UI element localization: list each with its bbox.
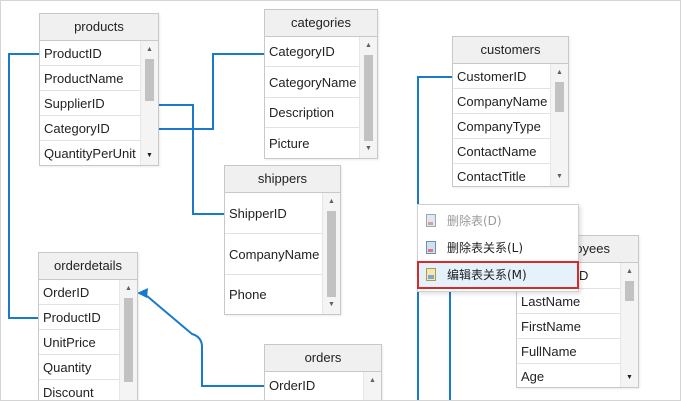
field-row[interactable]: UnitPrice bbox=[39, 330, 119, 355]
field-row[interactable]: CompanyType bbox=[453, 114, 550, 139]
menu-item-delete-relation[interactable]: 删除表关系(L) bbox=[418, 235, 578, 261]
field-row[interactable]: ContactTitle bbox=[453, 164, 550, 186]
triangle-down-icon[interactable]: ▼ bbox=[141, 149, 158, 163]
table-categories[interactable]: categories CategoryID CategoryName Descr… bbox=[264, 9, 378, 159]
field-row[interactable]: LastName bbox=[517, 289, 620, 314]
scrollbar[interactable]: ▲ bbox=[119, 280, 137, 400]
field-row[interactable]: ProductID bbox=[40, 41, 140, 66]
triangle-up-icon[interactable]: ▲ bbox=[323, 195, 340, 209]
context-menu: 删除表(D) 删除表关系(L) 编辑表关系(M) bbox=[417, 204, 579, 292]
scroll-thumb[interactable] bbox=[124, 298, 133, 382]
field-row[interactable]: FirstName bbox=[517, 314, 620, 339]
field-row[interactable]: FullName bbox=[517, 339, 620, 364]
triangle-up-icon[interactable]: ▲ bbox=[364, 374, 381, 388]
field-row[interactable]: CompanyName bbox=[453, 89, 550, 114]
triangle-up-icon[interactable]: ▲ bbox=[360, 39, 377, 53]
relation-products-categories bbox=[159, 53, 266, 130]
menu-item-label: 删除表(D) bbox=[447, 214, 502, 228]
field-row[interactable]: ShipperID bbox=[225, 193, 322, 234]
field-row[interactable]: OrderID bbox=[39, 280, 119, 305]
table-icon bbox=[426, 214, 436, 227]
table-orders[interactable]: orders OrderID ▲ bbox=[264, 344, 382, 400]
field-row[interactable]: Description bbox=[265, 98, 359, 128]
menu-item-label: 编辑表关系(M) bbox=[447, 268, 527, 282]
field-row[interactable]: CategoryID bbox=[40, 116, 140, 141]
table-header: orders bbox=[265, 345, 381, 372]
table-products[interactable]: products ProductID ProductName SupplierI… bbox=[39, 13, 159, 166]
relation-products-shippers bbox=[159, 104, 225, 215]
scrollbar[interactable]: ▲ ▼ bbox=[550, 64, 568, 186]
menu-item-delete-table[interactable]: 删除表(D) bbox=[418, 208, 578, 234]
field-row[interactable]: Quantity bbox=[39, 355, 119, 380]
arrow-head bbox=[137, 288, 148, 298]
field-row[interactable]: Phone bbox=[225, 275, 322, 314]
field-row[interactable]: Discount bbox=[39, 380, 119, 400]
menu-item-edit-relation[interactable]: 编辑表关系(M) bbox=[417, 261, 579, 289]
table-header: customers bbox=[453, 37, 568, 64]
scrollbar[interactable]: ▲ ▼ bbox=[140, 41, 158, 165]
table-icon bbox=[426, 241, 436, 254]
field-row[interactable]: CategoryID bbox=[265, 37, 359, 67]
field-row[interactable]: ProductID bbox=[39, 305, 119, 330]
table-customers[interactable]: customers CustomerID CompanyName Company… bbox=[452, 36, 569, 187]
scroll-thumb[interactable] bbox=[625, 281, 634, 301]
scroll-thumb[interactable] bbox=[364, 55, 373, 141]
field-row[interactable]: OrderID bbox=[265, 372, 363, 400]
table-header: orderdetails bbox=[39, 253, 137, 280]
triangle-down-icon[interactable]: ▼ bbox=[621, 371, 638, 385]
table-header: shippers bbox=[225, 166, 340, 193]
scroll-thumb[interactable] bbox=[555, 82, 564, 112]
scrollbar[interactable]: ▲ ▼ bbox=[322, 193, 340, 314]
table-orderdetails[interactable]: orderdetails OrderID ProductID UnitPrice… bbox=[38, 252, 138, 400]
scrollbar[interactable]: ▲ bbox=[363, 372, 381, 400]
field-row[interactable]: CompanyName bbox=[225, 234, 322, 275]
triangle-down-icon[interactable]: ▼ bbox=[360, 142, 377, 156]
menu-item-label: 删除表关系(L) bbox=[447, 241, 524, 255]
table-header: products bbox=[40, 14, 158, 41]
scrollbar[interactable]: ▲ ▼ bbox=[620, 263, 638, 387]
field-row[interactable]: CategoryName bbox=[265, 67, 359, 98]
field-row[interactable]: CustomerID bbox=[453, 64, 550, 89]
field-row[interactable]: QuantityPerUnit bbox=[40, 141, 140, 165]
field-row[interactable]: ContactName bbox=[453, 139, 550, 164]
field-row[interactable]: Picture bbox=[265, 128, 359, 158]
field-row[interactable]: ProductName bbox=[40, 66, 140, 91]
field-row[interactable]: Age bbox=[517, 364, 620, 387]
triangle-up-icon[interactable]: ▲ bbox=[621, 265, 638, 279]
relation-products-orderdetails bbox=[8, 53, 40, 319]
table-header: categories bbox=[265, 10, 377, 37]
triangle-down-icon[interactable]: ▼ bbox=[551, 170, 568, 184]
table-icon bbox=[426, 268, 436, 281]
triangle-up-icon[interactable]: ▲ bbox=[120, 282, 137, 296]
diagram-canvas[interactable]: products ProductID ProductName SupplierI… bbox=[0, 0, 681, 401]
triangle-up-icon[interactable]: ▲ bbox=[551, 66, 568, 80]
triangle-down-icon[interactable]: ▼ bbox=[323, 298, 340, 312]
scroll-thumb[interactable] bbox=[327, 211, 336, 297]
triangle-up-icon[interactable]: ▲ bbox=[141, 43, 158, 57]
scroll-thumb[interactable] bbox=[145, 59, 154, 101]
table-shippers[interactable]: shippers ShipperID CompanyName Phone ▲ ▼ bbox=[224, 165, 341, 315]
scrollbar[interactable]: ▲ ▼ bbox=[359, 37, 377, 158]
field-row[interactable]: SupplierID bbox=[40, 91, 140, 116]
